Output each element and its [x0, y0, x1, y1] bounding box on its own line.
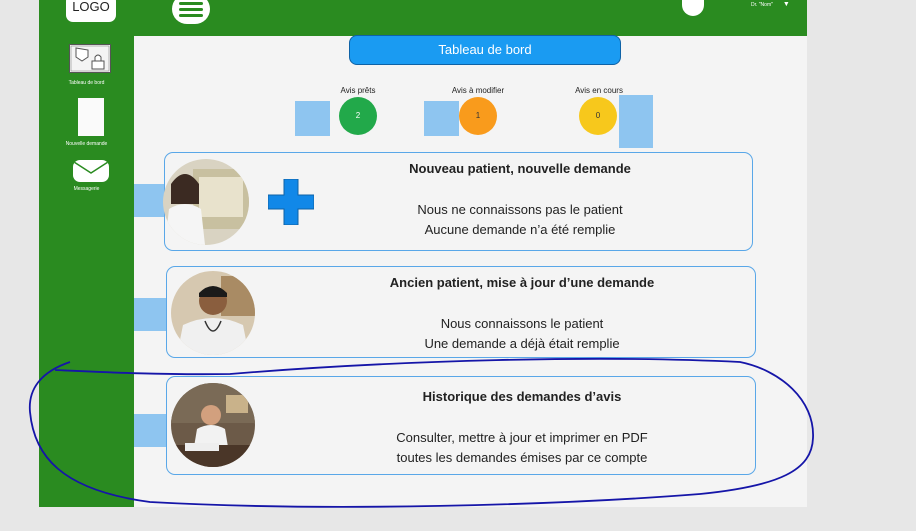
- dashboard-icon: [69, 44, 111, 73]
- chevron-down-icon: ▼: [782, 1, 790, 8]
- doctor-avatar-image: [171, 271, 255, 355]
- user-name: Dr. "Nom": [751, 2, 773, 8]
- sticky-note: [424, 101, 459, 136]
- card-existing-patient[interactable]: Ancien patient, mise à jour d’une demand…: [166, 266, 756, 358]
- sidebar: Tableau de bord Nouvelle demande Message…: [39, 36, 134, 507]
- stat-label-in-progress: Avis en cours: [575, 86, 623, 95]
- stat-circle-to-modify[interactable]: 1: [459, 97, 497, 135]
- sidebar-item-label: Messagerie: [73, 186, 100, 192]
- sticky-note: [295, 101, 330, 136]
- stat-label-to-modify: Avis à modifier: [451, 86, 505, 95]
- card-description-line: Nous ne connaissons pas le patient: [417, 202, 623, 217]
- top-bar: LOGO Dr. "Nom" ▼: [39, 0, 807, 36]
- card-title: Nouveau patient, nouvelle demande: [409, 161, 631, 176]
- card-new-patient[interactable]: Nouveau patient, nouvelle demande Nous n…: [163, 152, 753, 251]
- sticky-note: [134, 414, 167, 447]
- logo[interactable]: LOGO: [66, 0, 116, 22]
- doctor-avatar-image: [171, 383, 255, 467]
- page-title: Tableau de bord: [349, 35, 621, 65]
- plus-icon[interactable]: [267, 178, 315, 226]
- stat-circle-in-progress[interactable]: 0: [579, 97, 617, 135]
- sticky-note: [619, 95, 653, 148]
- sidebar-item-label: Nouvelle demande: [65, 141, 108, 147]
- app-frame: LOGO Dr. "Nom" ▼ Tableau de bord Nouvelle…: [39, 0, 807, 507]
- card-request-history[interactable]: Historique des demandes d’avis Consulter…: [166, 376, 756, 475]
- card-description-line: Consulter, mettre à jour et imprimer en …: [396, 430, 648, 445]
- card-description-line: toutes les demandes émises par ce compte: [396, 450, 648, 465]
- card-title: Ancien patient, mise à jour d’une demand…: [389, 275, 655, 290]
- card-title: Historique des demandes d’avis: [422, 389, 622, 404]
- card-description-line: Aucune demande n’a été remplie: [424, 222, 616, 237]
- sticky-note: [134, 298, 167, 331]
- mail-icon: [73, 160, 109, 182]
- stat-label-ready: Avis prêts: [340, 86, 376, 95]
- user-menu[interactable]: Dr. "Nom" ▼: [751, 1, 790, 8]
- hamburger-menu-button[interactable]: [172, 0, 210, 24]
- sidebar-item-label: Tableau de bord: [68, 80, 105, 86]
- card-description-line: Nous connaissons le patient: [440, 316, 604, 331]
- database-icon[interactable]: [682, 0, 704, 16]
- doctor-avatar-image: [163, 159, 249, 245]
- document-icon: [78, 98, 104, 136]
- stat-circle-ready[interactable]: 2: [339, 97, 377, 135]
- card-description-line: Une demande a déjà était remplie: [424, 336, 620, 351]
